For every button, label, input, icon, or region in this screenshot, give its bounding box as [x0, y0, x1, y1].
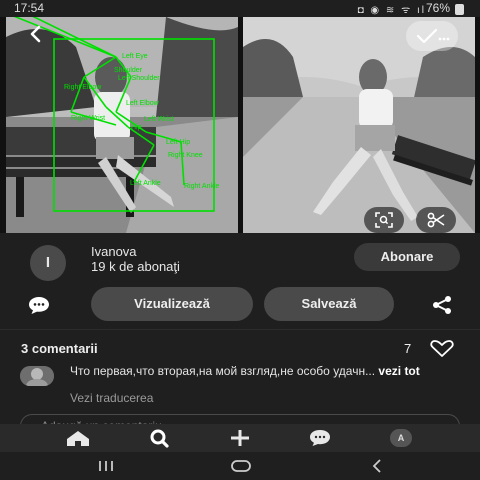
comment-bubble-icon [29, 297, 49, 314]
see-all-link[interactable]: vezi tot [378, 364, 419, 378]
chat-bubble-icon [310, 430, 330, 446]
comments-header[interactable]: 3 comentarii [21, 341, 98, 356]
pose-label-right-knee: Right Knee [168, 152, 203, 159]
follow-button[interactable]: Abonare [354, 243, 460, 271]
plus-icon [231, 430, 249, 446]
profile-avatar: A [390, 429, 412, 447]
system-home-button[interactable] [229, 458, 253, 474]
share-icon [433, 296, 451, 314]
tab-create[interactable] [225, 428, 255, 448]
author-row: I Ivanova 19 k de abonaţi Abonare [0, 240, 480, 282]
action-row: Vizualizează Salvează [0, 287, 480, 323]
system-nav-bar [0, 452, 480, 480]
pose-label-left-shoulder: Left Shoulder [118, 75, 160, 82]
see-translation-link[interactable]: Vezi traducerea [70, 391, 153, 405]
recent-apps-button[interactable] [94, 458, 118, 474]
cut-button[interactable] [416, 207, 456, 233]
pose-label-left-wrist: Left Wrist [144, 116, 173, 123]
back-arrow-icon [372, 459, 381, 473]
pose-label-shoulder: Shoulder [114, 67, 143, 74]
pose-label-hip: Hip [131, 124, 142, 131]
view-button[interactable]: Vizualizează [91, 287, 253, 321]
check-dots-icon [416, 28, 450, 44]
tab-profile[interactable]: A [387, 428, 417, 448]
comment-body: Что первая,что вторая,на мой взгляд,не о… [70, 364, 379, 378]
comment-text: Что первая,что вторая,на мой взгляд,не о… [70, 364, 466, 378]
scissors-icon [427, 212, 445, 228]
chevron-left-icon [30, 25, 41, 43]
pose-label-right-wrist: Right Wrist [71, 115, 105, 122]
pin-image-area[interactable]: Left Eye Shoulder Left Shoulder Right El… [0, 17, 480, 233]
share-button[interactable] [431, 295, 453, 320]
save-button[interactable]: Salvează [264, 287, 394, 321]
author-followers: 19 k de abonaţi [91, 259, 180, 274]
author-avatar[interactable]: I [30, 245, 66, 281]
pose-label-right-ankle: Right Ankle [184, 183, 220, 190]
pose-label-left-hip: Left Hip [166, 139, 190, 146]
search-icon [150, 429, 169, 448]
battery-icon [455, 4, 464, 15]
tab-messages[interactable] [305, 428, 335, 448]
pose-label-left-elbow: Left Elbow [126, 100, 160, 107]
battery-level: 76% [425, 1, 450, 15]
pose-label-right-elbow: Right Elbow [64, 84, 102, 91]
like-count: 7 [404, 341, 412, 356]
pose-label-left-ankle: Left Ankle [130, 180, 161, 187]
system-back-button[interactable] [366, 458, 390, 474]
tab-home[interactable] [63, 428, 93, 448]
status-bar: 17:54 ◘ ◉ ≋ ᯤ ıl 76% [0, 0, 480, 17]
status-icons: ◘ ◉ ≋ ᯤ ıl [357, 5, 426, 16]
pose-label-left-eye: Left Eye [122, 53, 148, 60]
visual-search-button[interactable] [364, 207, 404, 233]
recent-apps-icon [99, 461, 113, 471]
status-time: 17:54 [14, 1, 45, 15]
commenter-avatar[interactable] [20, 366, 54, 386]
select-button[interactable] [406, 21, 458, 51]
like-button[interactable] [429, 340, 455, 363]
tab-search[interactable] [145, 428, 175, 448]
home-icon [67, 431, 89, 446]
home-outline-icon [231, 460, 251, 472]
comment-button[interactable] [27, 295, 51, 320]
section-divider [0, 329, 480, 330]
heart-icon [430, 340, 454, 357]
back-button[interactable] [24, 23, 48, 45]
author-name[interactable]: Ivanova [91, 244, 137, 259]
bottom-tab-bar: A [0, 424, 480, 452]
pose-annotated-photo[interactable]: Left Eye Shoulder Left Shoulder Right El… [6, 17, 238, 233]
visual-search-icon [375, 212, 393, 228]
